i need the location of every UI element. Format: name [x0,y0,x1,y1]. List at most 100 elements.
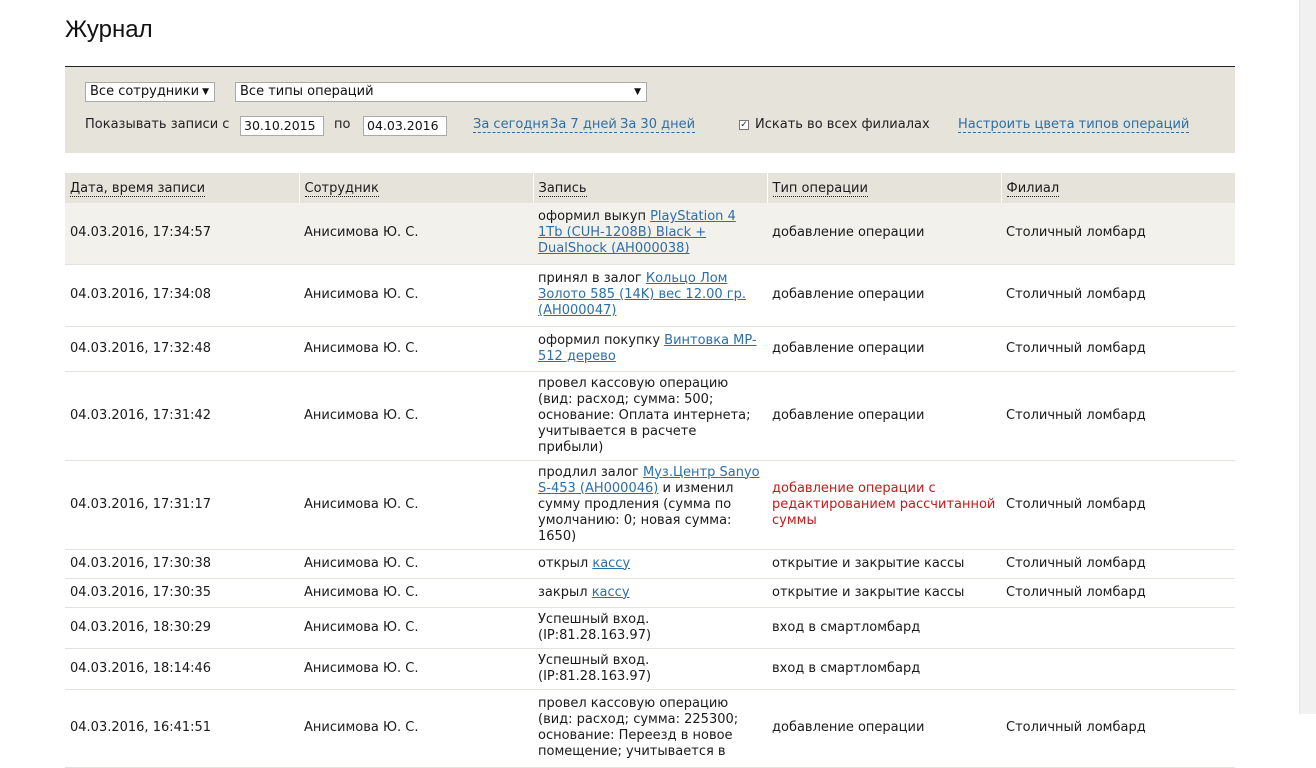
table-row[interactable]: 04.03.2016, 18:30:29 Анисимова Ю. С. Успеш… [65,607,1235,649]
operation-type-text: вход в смартломбард [772,660,921,676]
page-scrollbar[interactable] [1299,0,1316,714]
cell-operation-type: добавление операции с редактированием ра… [767,460,1001,550]
cell-operation-type: вход в смартломбард [767,607,1001,649]
cell-operation-type: добавление операции [767,264,1001,327]
cell-record: оформил выкуп PlayStation 4 1Tb (CUH-120… [533,203,767,265]
cell-operation-type: открытие и закрытие кассы [767,578,1001,608]
show-from-label: Показывать записи с [85,117,230,132]
cell-datetime: 04.03.2016, 17:31:42 [65,371,299,461]
cell-datetime: 04.03.2016, 17:30:38 [65,549,299,579]
record-text: Успешный вход. (IP:81.28.163.97) [538,611,652,643]
cell-branch: Столичный ломбард [1001,578,1235,608]
cell-record: оформил покупку Винтовка MP-512 дерево [533,326,767,372]
cell-employee: Анисимова Ю. С. [299,648,533,690]
table-row[interactable]: 04.03.2016, 16:41:51 Анисимова Ю. С. прове… [65,689,1235,768]
cell-operation-type: добавление операции [767,689,1001,768]
column-header-branch[interactable]: Филиал [1000,173,1235,203]
column-header-record[interactable]: Запись [532,173,767,203]
cell-datetime: 04.03.2016, 17:32:48 [65,326,299,372]
cell-employee: Анисимова Ю. С. [299,607,533,649]
cell-branch: Столичный ломбард [1001,549,1235,579]
table-row[interactable]: 04.03.2016, 18:14:46 Анисимова Ю. С. Успеш… [65,648,1235,690]
datetime-text: 04.03.2016, 17:32:48 [70,340,212,356]
cell-employee: Анисимова Ю. С. [299,203,533,265]
operation-types-select-value: Все типы операций [240,84,374,99]
operation-type-text: добавление операции [772,225,925,241]
datetime-text: 04.03.2016, 18:14:46 [70,660,212,676]
cell-branch [1001,648,1235,690]
cell-employee: Анисимова Ю. С. [299,264,533,327]
branch-text: Столичный ломбард [1006,584,1146,600]
employee-text: Анисимова Ю. С. [304,225,419,241]
quick-filter-30-days[interactable]: За 30 дней [620,117,696,133]
filter-panel: Все сотрудники ▼ Все типы операций ▼ Пок… [65,66,1235,153]
record-text: провел кассовую операцию (вид: расход; с… [538,375,751,455]
record-text: провел кассовую операцию (вид: расход; с… [538,696,739,759]
record-text: оформил покупку [538,332,665,348]
operation-type-text: вход в смартломбард [772,619,921,635]
table-row[interactable]: 04.03.2016, 17:31:17 Анисимова Ю. С. продл… [65,460,1235,550]
employee-text: Анисимова Ю. С. [304,584,419,600]
branch-text: Столичный ломбард [1006,287,1146,302]
employee-text: Анисимова Ю. С. [304,660,419,676]
column-header-datetime[interactable]: Дата, время записи [65,173,299,203]
branch-text: Столичный ломбард [1006,555,1146,571]
cell-operation-type: добавление операции [767,203,1001,265]
employee-text: Анисимова Ю. С. [304,496,419,512]
table-row[interactable]: 04.03.2016, 17:34:08 Анисимова Ю. С. приня… [65,264,1235,327]
configure-colors-link[interactable]: Настроить цвета типов операций [958,117,1190,133]
cell-record: закрыл кассу [533,578,767,608]
operation-type-text: добавление операции [772,407,925,423]
cell-branch: Столичный ломбард [1001,460,1235,550]
cell-record: открыл кассу [533,549,767,579]
quick-filter-today[interactable]: За сегодня [473,117,549,133]
cell-record: продлил залог Муз.Центр Sanyo S-453 (АН0… [533,460,767,550]
cell-branch: Столичный ломбард [1001,203,1235,265]
date-from-input[interactable]: 30.10.2015 [240,116,324,136]
branch-text: Столичный ломбард [1006,496,1146,512]
cell-record: Успешный вход. (IP:81.28.163.97) [533,648,767,690]
operation-type-text: открытие и закрытие кассы [772,555,965,571]
search-all-branches-checkbox[interactable]: ✓ [739,120,749,130]
cell-datetime: 04.03.2016, 17:30:35 [65,578,299,608]
employees-select-value: Все сотрудники [90,84,200,99]
record-text: оформил выкуп [538,209,651,225]
chevron-down-icon: ▼ [634,87,641,97]
cell-record: провел кассовую операцию (вид: расход; с… [533,371,767,461]
branch-text: Столичный ломбард [1006,340,1146,356]
cell-datetime: 04.03.2016, 17:31:17 [65,460,299,550]
record-text: продлил залог [538,464,643,480]
employee-text: Анисимова Ю. С. [304,619,419,635]
cell-operation-type: добавление операции [767,326,1001,372]
record-link[interactable]: кассу [592,556,630,571]
date-to-label: по [334,117,351,132]
datetime-text: 04.03.2016, 17:31:17 [70,496,212,512]
table-row[interactable]: 04.03.2016, 17:32:48 Анисимова Ю. С. оформ… [65,326,1235,372]
table-row[interactable]: 04.03.2016, 17:31:42 Анисимова Ю. С. прове… [65,371,1235,461]
employees-select[interactable]: Все сотрудники ▼ [85,82,215,102]
cell-branch [1001,607,1235,649]
quick-filter-7-days[interactable]: За 7 дней [550,117,617,133]
operation-types-select[interactable]: Все типы операций ▼ [235,82,647,102]
record-link[interactable]: кассу [592,585,630,600]
column-header-employee[interactable]: Сотрудник [298,173,533,203]
record-text: закрыл [538,584,592,600]
datetime-text: 04.03.2016, 17:30:35 [70,584,212,600]
chevron-down-icon: ▼ [202,87,209,97]
column-header-operation-type[interactable]: Тип операции [766,173,1001,203]
table-row[interactable]: 04.03.2016, 17:30:38 Анисимова Ю. С. откры… [65,549,1235,579]
table-row[interactable]: 04.03.2016, 17:34:57 Анисимова Ю. С. оформ… [65,203,1235,265]
cell-operation-type: вход в смартломбард [767,648,1001,690]
cell-operation-type: открытие и закрытие кассы [767,549,1001,579]
cell-employee: Анисимова Ю. С. [299,371,533,461]
journal-table: Дата, время записи Сотрудник Запись Тип … [65,173,1235,768]
record-text: Успешный вход. (IP:81.28.163.97) [538,652,652,684]
date-to-input[interactable]: 04.03.2016 [363,116,447,136]
branch-text: Столичный ломбард [1006,407,1146,423]
operation-type-text: добавление операции [772,720,925,735]
table-row[interactable]: 04.03.2016, 17:30:35 Анисимова Ю. С. закры… [65,578,1235,608]
cell-datetime: 04.03.2016, 16:41:51 [65,689,299,768]
datetime-text: 04.03.2016, 17:34:57 [70,225,212,241]
cell-record: провел кассовую операцию (вид: расход; с… [533,689,767,768]
cell-datetime: 04.03.2016, 17:34:57 [65,203,299,265]
